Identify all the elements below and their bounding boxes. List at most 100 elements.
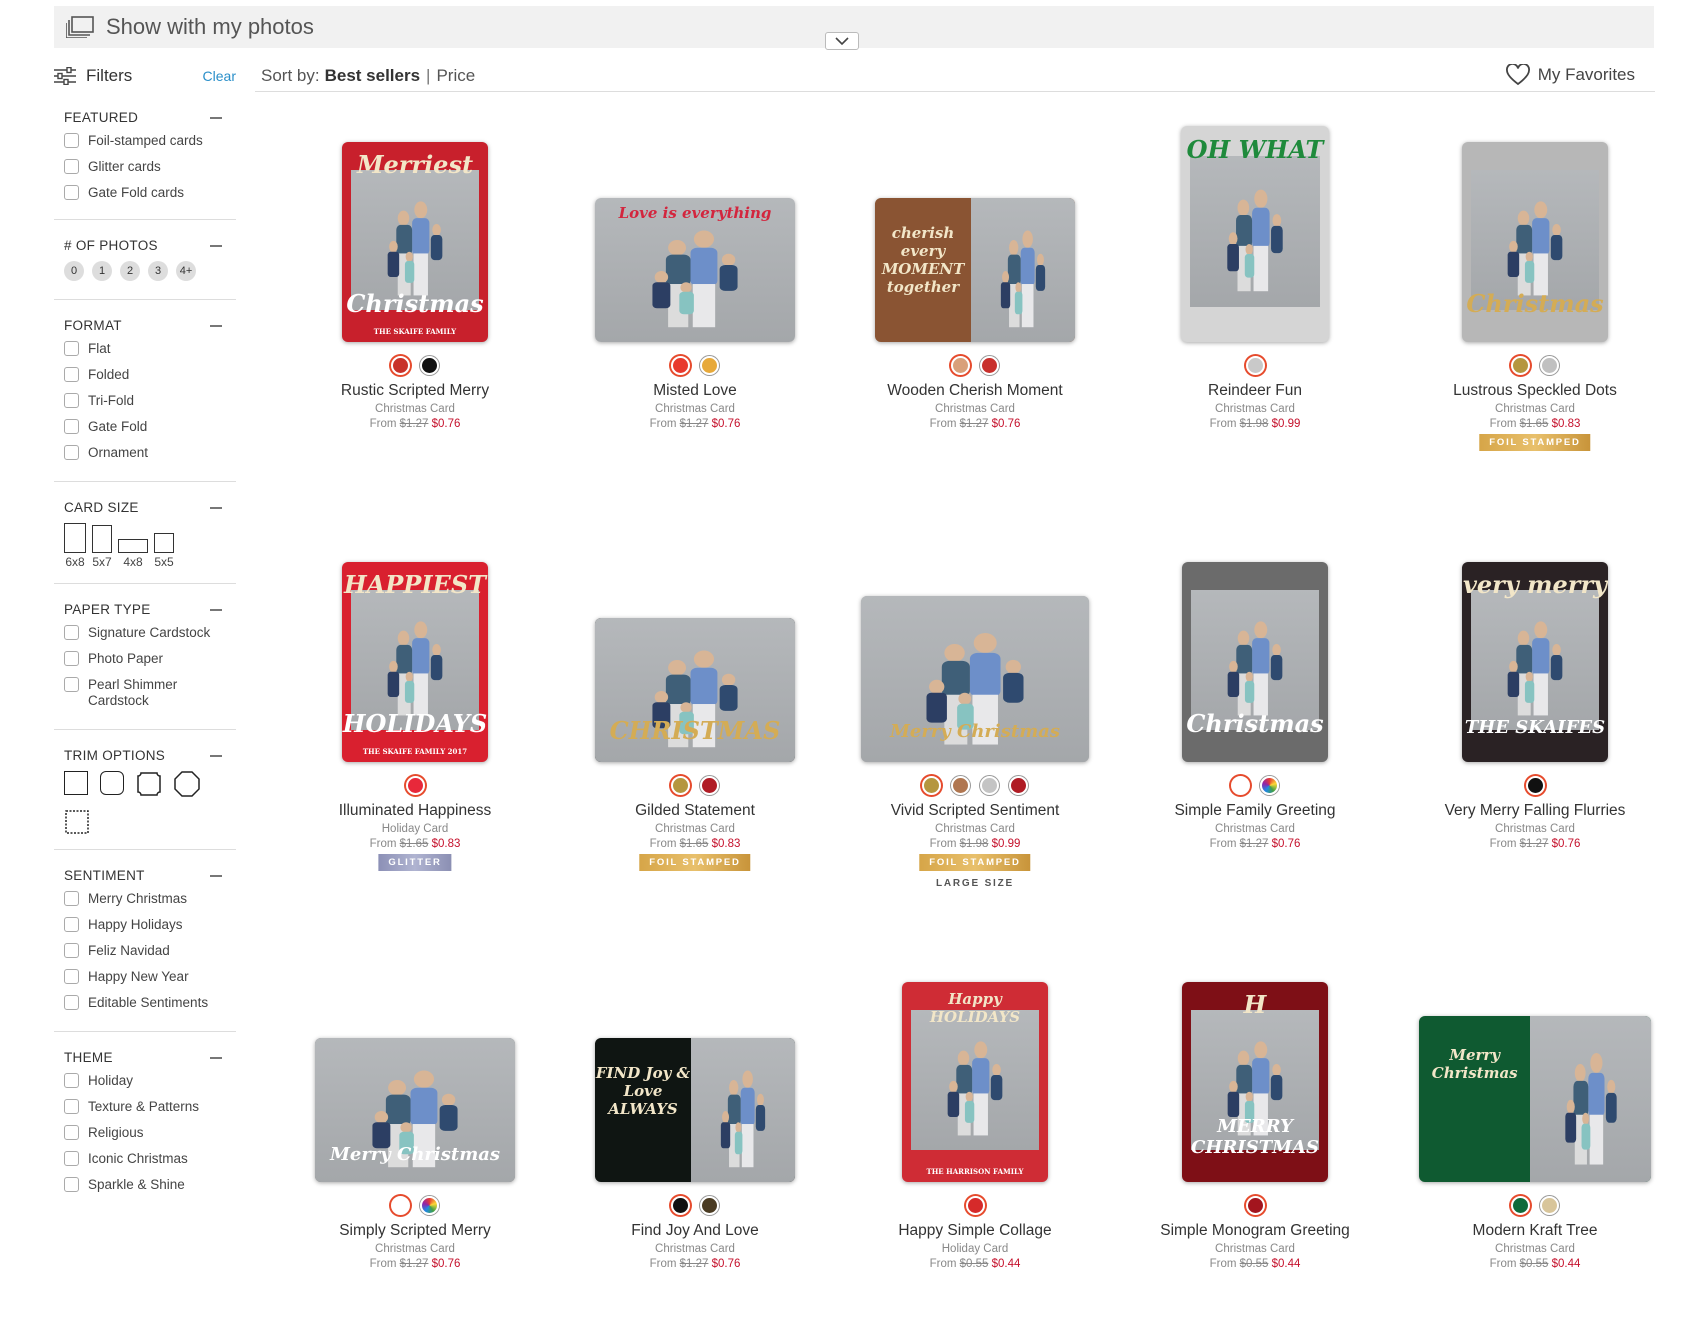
my-favorites-link[interactable]: My Favorites (1505, 64, 1635, 86)
size-4x8[interactable]: 4x8 (118, 539, 148, 569)
product-thumbnail[interactable]: CHRISTMAS (595, 618, 795, 762)
collapse-minus-icon[interactable] (210, 874, 222, 877)
color-swatch[interactable] (1009, 776, 1028, 795)
color-swatch[interactable] (1511, 1196, 1530, 1215)
product-name[interactable]: Simple Family Greeting (1115, 802, 1395, 820)
option-sparkle-shine[interactable]: Sparkle & Shine (64, 1177, 226, 1193)
product-name[interactable]: Happy Simple Collage (835, 1222, 1115, 1240)
checkbox[interactable] (64, 159, 79, 174)
checkbox[interactable] (64, 1151, 79, 1166)
product-name[interactable]: Gilded Statement (555, 802, 835, 820)
product-name[interactable]: Reindeer Fun (1115, 382, 1395, 400)
product-card[interactable]: FIND Joy & Love ALWAYS Find Joy And Love C… (555, 956, 835, 1320)
color-swatch[interactable] (922, 776, 941, 795)
product-thumbnail[interactable]: Happy HOLIDAYS THE HARRISON FAMILY (902, 982, 1048, 1182)
collapse-minus-icon[interactable] (210, 244, 222, 247)
product-card[interactable]: HAPPIEST HOLIDAYS THE SKAIFE FAMILY 2017 Il… (275, 536, 555, 956)
size-5x5[interactable]: 5x5 (154, 533, 174, 569)
checkbox[interactable] (64, 1099, 79, 1114)
trim-octagon-icon[interactable] (174, 771, 200, 797)
trim-rounded-icon[interactable] (100, 771, 124, 795)
color-swatch[interactable] (671, 776, 690, 795)
checkbox[interactable] (64, 419, 79, 434)
product-thumbnail[interactable]: H MERRY CHRISTMAS (1182, 982, 1328, 1182)
trim-stamp-icon[interactable] (64, 809, 90, 835)
clear-filters-link[interactable]: Clear (203, 68, 236, 84)
product-name[interactable]: Simple Monogram Greeting (1115, 1222, 1395, 1240)
color-swatch[interactable] (1540, 1196, 1559, 1215)
product-name[interactable]: Wooden Cherish Moment (835, 382, 1115, 400)
product-name[interactable]: Lustrous Speckled Dots (1395, 382, 1675, 400)
option-gate-fold-cards[interactable]: Gate Fold cards (64, 185, 226, 201)
checkbox[interactable] (64, 1125, 79, 1140)
collapse-minus-icon[interactable] (210, 754, 222, 757)
option-happy-holidays[interactable]: Happy Holidays (64, 917, 226, 933)
color-swatch[interactable] (980, 356, 999, 375)
photos-count-4plus[interactable]: 4+ (176, 261, 196, 281)
checkbox[interactable] (64, 445, 79, 460)
product-card[interactable]: cherish every MOMENT together Wooden Cher… (835, 116, 1115, 536)
color-swatch[interactable] (1245, 356, 1265, 375)
color-swatch[interactable] (1231, 776, 1250, 795)
product-name[interactable]: Rustic Scripted Merry (275, 382, 555, 400)
product-card[interactable]: Love is everything Misted Love Christmas C… (555, 116, 835, 536)
option-happy-new-year[interactable]: Happy New Year (64, 969, 226, 985)
product-name[interactable]: Modern Kraft Tree (1395, 1222, 1675, 1240)
color-swatch[interactable] (951, 356, 970, 375)
option-flat[interactable]: Flat (64, 341, 226, 357)
collapse-minus-icon[interactable] (210, 324, 222, 327)
color-swatch[interactable] (1511, 356, 1530, 375)
product-thumbnail[interactable]: HAPPIEST HOLIDAYS THE SKAIFE FAMILY 2017 (342, 562, 488, 762)
color-swatch[interactable] (391, 1196, 410, 1215)
product-card[interactable]: Happy HOLIDAYS THE HARRISON FAMILY Happy S… (835, 956, 1115, 1320)
checkbox[interactable] (64, 651, 79, 666)
color-swatch[interactable] (951, 776, 970, 795)
size-5x7[interactable]: 5x7 (92, 525, 112, 569)
checkbox[interactable] (64, 891, 79, 906)
color-swatch[interactable] (671, 356, 690, 375)
checkbox[interactable] (64, 995, 79, 1010)
color-swatch[interactable] (1525, 776, 1545, 795)
product-card[interactable]: H MERRY CHRISTMAS Simple Monogram Greeting… (1115, 956, 1395, 1320)
option-iconic-christmas[interactable]: Iconic Christmas (64, 1151, 226, 1167)
product-card[interactable]: OH WHAT Reindeer Fun Christmas Card From $1… (1115, 116, 1395, 536)
photos-count-0[interactable]: 0 (64, 261, 84, 281)
color-swatch[interactable] (700, 356, 719, 375)
trim-scalloped-icon[interactable] (136, 771, 162, 797)
option-foil-stamped[interactable]: Foil-stamped cards (64, 133, 226, 149)
option-editable-sentiments[interactable]: Editable Sentiments (64, 995, 226, 1011)
product-thumbnail[interactable]: Love is everything (595, 198, 795, 342)
sort-best-sellers[interactable]: Best sellers (325, 66, 420, 86)
product-name[interactable]: Vivid Scripted Sentiment (835, 802, 1115, 820)
collapse-toggle-button[interactable] (825, 32, 859, 50)
product-card[interactable]: Merriest Christmas THE SKAIFE FAMILY Rustic… (275, 116, 555, 536)
trim-square-icon[interactable] (64, 771, 88, 795)
color-swatch[interactable] (700, 1196, 719, 1215)
checkbox[interactable] (64, 677, 79, 692)
product-name[interactable]: Illuminated Happiness (275, 802, 555, 820)
photos-count-2[interactable]: 2 (120, 261, 140, 281)
product-thumbnail[interactable]: cherish every MOMENT together (875, 198, 1075, 342)
product-name[interactable]: Very Merry Falling Flurries (1395, 802, 1675, 820)
option-tri-fold[interactable]: Tri-Fold (64, 393, 226, 409)
option-gate-fold[interactable]: Gate Fold (64, 419, 226, 435)
option-folded[interactable]: Folded (64, 367, 226, 383)
collapse-minus-icon[interactable] (210, 608, 222, 611)
collapse-minus-icon[interactable] (210, 1056, 222, 1059)
checkbox[interactable] (64, 943, 79, 958)
collapse-minus-icon[interactable] (210, 116, 222, 119)
product-thumbnail[interactable]: very merry THE SKAIFES (1462, 562, 1608, 762)
checkbox[interactable] (64, 341, 79, 356)
checkbox[interactable] (64, 367, 79, 382)
option-feliz-navidad[interactable]: Feliz Navidad (64, 943, 226, 959)
product-thumbnail[interactable]: Merry Christmas (315, 1038, 515, 1182)
option-glitter[interactable]: Glitter cards (64, 159, 226, 175)
product-card[interactable]: very merry THE SKAIFES Very Merry Falling … (1395, 536, 1675, 956)
size-6x8[interactable]: 6x8 (64, 523, 86, 569)
color-swatch[interactable] (1260, 776, 1279, 795)
product-card[interactable]: Merry Christmas Vivid Scripted Sentiment C… (835, 536, 1115, 956)
color-swatch[interactable] (420, 356, 439, 375)
color-swatch[interactable] (405, 776, 425, 795)
product-card[interactable]: Christmas Simple Family Greeting Christmas… (1115, 536, 1395, 956)
color-swatch[interactable] (700, 776, 719, 795)
